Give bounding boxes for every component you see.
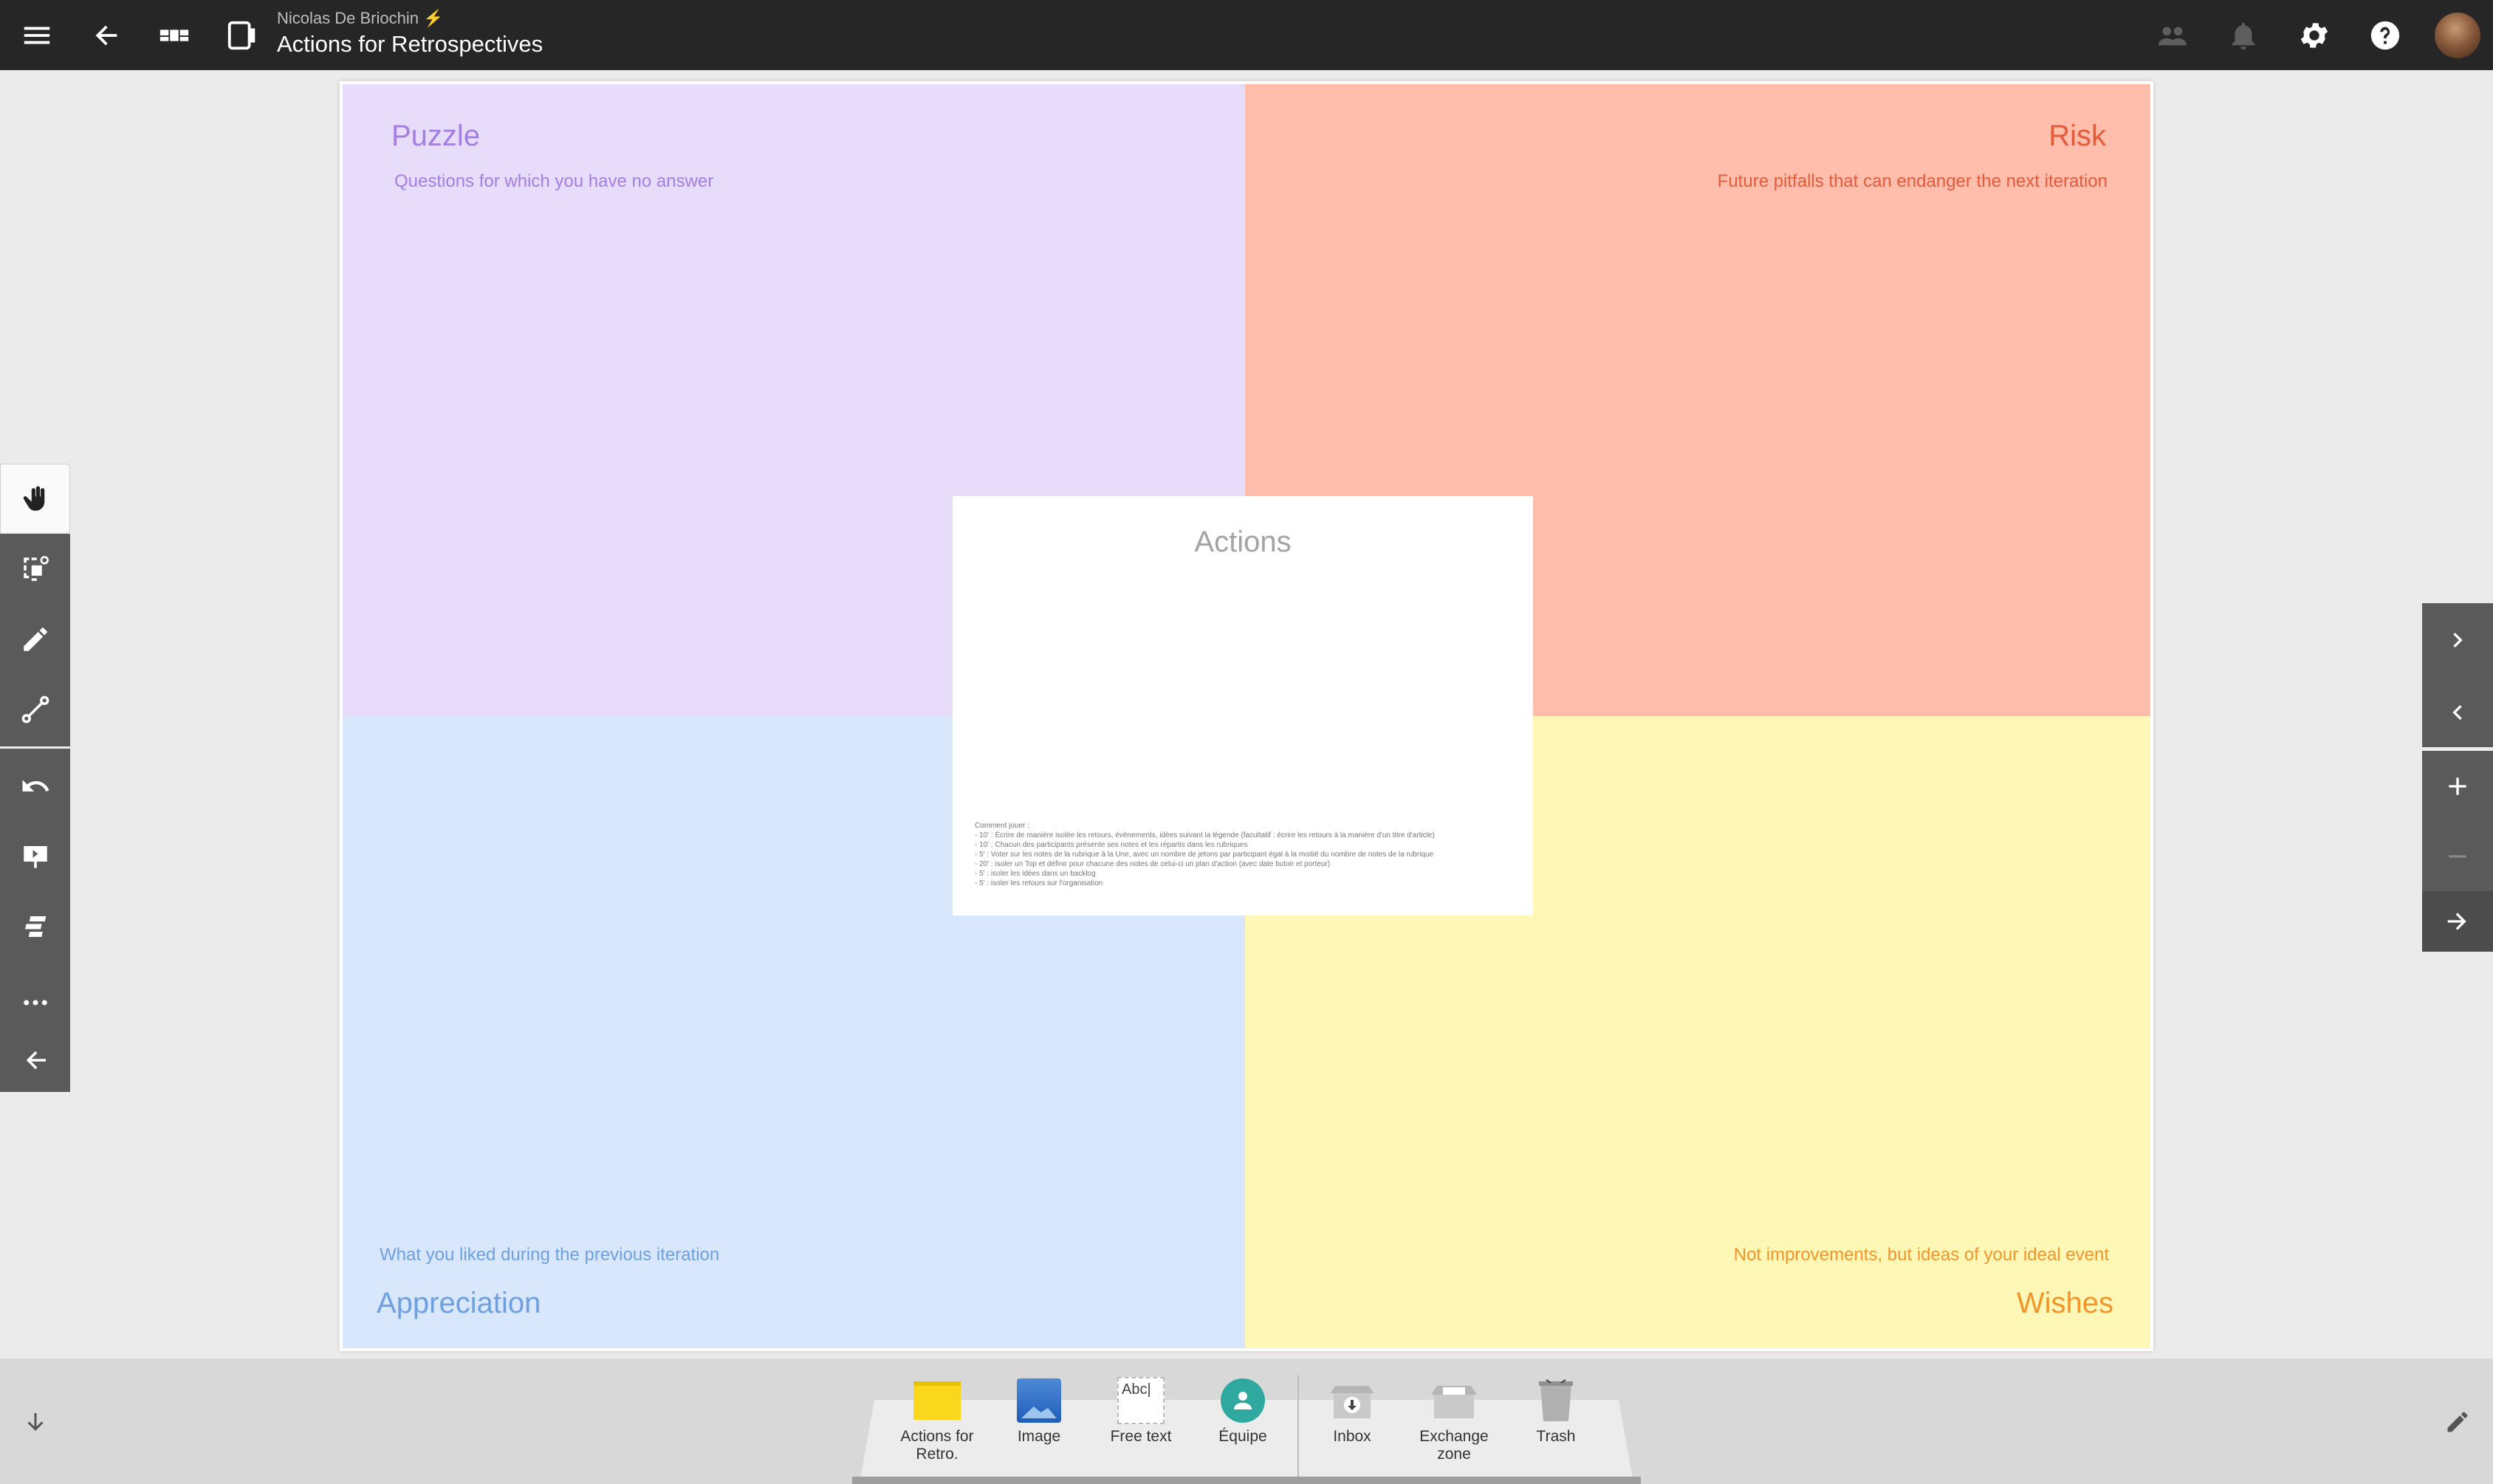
tray-item-exchange-zone[interactable]: Exchange zone [1402, 1375, 1506, 1463]
tray-item-label: Image [1017, 1428, 1061, 1445]
sticky-note-icon [913, 1381, 961, 1420]
tray-bottom-edge [852, 1477, 1641, 1484]
tray-item-label: Équipe [1218, 1428, 1267, 1445]
howto-line: - 5' : isoler les idées dans un backlog [975, 870, 1096, 878]
tray-item-trash[interactable]: Trash [1504, 1375, 1608, 1446]
edit-pencil-icon[interactable] [2435, 1400, 2480, 1444]
tray-item-label: Trash [1536, 1428, 1576, 1445]
tray-item-label: Actions for Retro. [900, 1428, 974, 1463]
tray-item-image[interactable]: Image [987, 1375, 1091, 1446]
connector-tool-icon[interactable] [0, 674, 70, 744]
pen-tool-icon[interactable] [0, 604, 70, 674]
team-icon [1221, 1378, 1265, 1423]
free-text-icon: Abc| [1117, 1377, 1165, 1424]
howto-line: - 20' : isoler un Top et définir pour ch… [975, 860, 1331, 868]
settings-gear-icon[interactable] [2292, 13, 2336, 58]
tray-item-inbox[interactable]: Inbox [1300, 1375, 1404, 1446]
collapse-toolbar-icon[interactable] [0, 1028, 70, 1092]
arrow-down-icon[interactable] [13, 1400, 58, 1444]
howto-line: - 10' : Écrire de manière isolée les ret… [975, 831, 1435, 839]
notifications-bell-icon[interactable] [2221, 13, 2266, 58]
layers-icon[interactable] [0, 891, 70, 961]
tray-item-free-text[interactable]: Abc| Free text [1089, 1375, 1193, 1446]
image-icon [1017, 1378, 1061, 1423]
tray-divider [1297, 1375, 1299, 1484]
help-icon[interactable] [2363, 13, 2407, 58]
howto-line: Comment jouer : [975, 822, 1029, 830]
zoom-in-icon[interactable] [2422, 751, 2493, 821]
more-options-icon[interactable] [0, 967, 70, 1037]
menu-icon[interactable] [15, 13, 59, 58]
howto-line: - 5' : Voter sur les notes de la rubriqu… [975, 851, 1434, 859]
previous-icon[interactable] [2422, 677, 2493, 747]
retro-board[interactable]: Puzzle Questions for which you have no a… [340, 81, 2153, 1351]
board-owner: Nicolas De Briochin ⚡ [277, 9, 444, 27]
presentation-icon[interactable] [0, 821, 70, 891]
trash-icon [1504, 1375, 1608, 1426]
tray-item-label: Exchange zone [1419, 1428, 1489, 1463]
inbox-icon [1300, 1375, 1404, 1426]
zoom-out-icon[interactable] [2422, 821, 2493, 891]
participants-icon[interactable] [2150, 13, 2195, 58]
next-icon[interactable] [2422, 603, 2493, 677]
back-arrow-icon[interactable] [83, 13, 128, 58]
board-layout-icon[interactable] [152, 13, 196, 58]
top-bar: Nicolas De Briochin ⚡ Actions for Retrosp… [0, 0, 2493, 70]
tray-item-label: Free text [1110, 1428, 1172, 1445]
tray-item-actions-for-retro[interactable]: Actions for Retro. [885, 1375, 989, 1463]
bolt-icon: ⚡ [422, 9, 444, 27]
undo-icon[interactable] [0, 751, 70, 821]
tray-item-equipe[interactable]: Équipe [1191, 1375, 1294, 1446]
hand-tool-icon[interactable] [0, 464, 70, 534]
board-title: Actions for Retrospectives [277, 31, 543, 57]
howto-instructions: Comment jouer : - 10' : Écrire de manièr… [975, 821, 1521, 888]
actions-card[interactable]: Actions Comment jouer : - 10' : Écrire d… [953, 496, 1533, 916]
quadrant-title-wishes: Wishes [2016, 1287, 2113, 1319]
quadrant-subtitle-appreciation: What you liked during the previous itera… [380, 1245, 720, 1265]
tray-item-label: Inbox [1333, 1428, 1371, 1445]
howto-line: - 10' : Chacun des participants présente… [975, 841, 1248, 849]
quadrant-subtitle-wishes: Not improvements, but ideas of your idea… [1733, 1245, 2109, 1265]
quadrant-title-appreciation: Appreciation [377, 1287, 541, 1319]
fit-forward-icon[interactable] [2422, 891, 2493, 952]
quadrant-subtitle-risk: Future pitfalls that can endanger the ne… [1717, 171, 2108, 191]
exchange-zone-icon [1402, 1375, 1506, 1426]
quadrant-title-risk: Risk [2048, 120, 2106, 152]
quadrant-subtitle-puzzle: Questions for which you have no answer [394, 171, 714, 191]
quadrant-title-puzzle: Puzzle [391, 120, 481, 152]
select-area-icon[interactable] [0, 534, 70, 604]
howto-line: - 5' : isoler les retours sur l'organisa… [975, 879, 1103, 887]
actions-title: Actions [1194, 526, 1292, 558]
user-avatar[interactable] [2435, 13, 2480, 58]
board-device-icon[interactable] [220, 13, 264, 58]
